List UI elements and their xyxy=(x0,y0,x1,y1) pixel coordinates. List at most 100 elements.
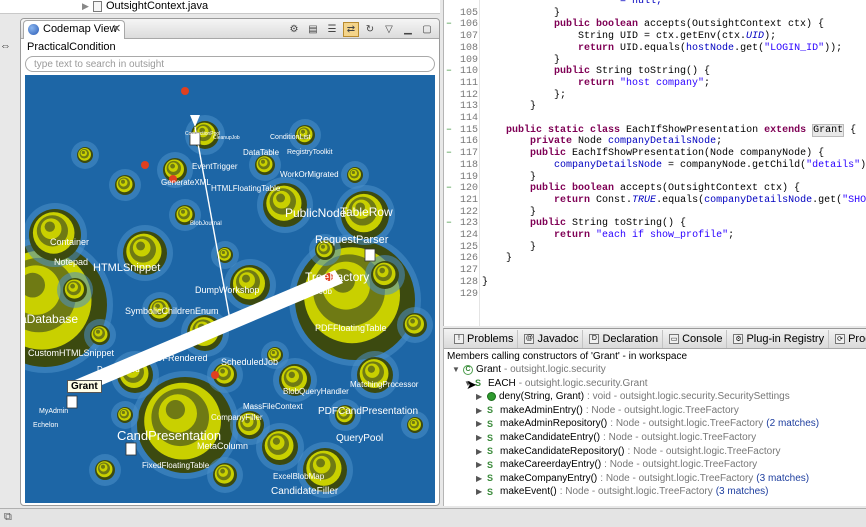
tab-plug-in-registry[interactable]: ⚙ Plug-in Registry xyxy=(729,329,830,348)
label-querypool[interactable]: QueryPool xyxy=(336,433,383,444)
view-menu-icon[interactable]: ▽ xyxy=(381,22,397,37)
location-marker-icon[interactable] xyxy=(211,371,219,379)
tab-declaration[interactable]: D Declaration xyxy=(585,329,664,348)
list-filter-icon[interactable]: ☰ xyxy=(324,22,340,37)
label-echelon[interactable]: Echelon xyxy=(33,422,58,429)
tab-codemap-view[interactable]: Codemap View ✕ xyxy=(23,20,125,39)
code-line[interactable]: } xyxy=(482,8,560,19)
file-name[interactable]: OutsightContext.java xyxy=(106,0,208,12)
label-eventtrigger[interactable]: EventTrigger xyxy=(192,162,238,171)
label-workormigrated[interactable]: WorkOrMigrated xyxy=(280,170,339,179)
tree-row[interactable]: ▶ SmakeCareerdayEntry() : Node - outsight… xyxy=(476,458,757,471)
label-conditionlist[interactable]: ConditionList xyxy=(270,134,311,141)
tree-row[interactable]: ▶ SmakeAdminRepository() : Node - outsigh… xyxy=(476,417,819,430)
fold-toggle-icon[interactable]: − xyxy=(444,218,454,228)
label-symbolicchildrenenum[interactable]: SymbolicChildrenEnum xyxy=(125,306,219,316)
label-notepad[interactable]: Notepad xyxy=(54,257,88,267)
tree-row[interactable]: ▶ deny(String, Grant) : void - outsight.l… xyxy=(476,390,790,403)
refresh-icon[interactable]: ↻ xyxy=(362,22,378,37)
expand-arrow-icon[interactable]: ▶ xyxy=(476,419,484,428)
tree-row[interactable]: ▶ SmakeCandidateRepository() : Node - out… xyxy=(476,445,781,458)
code-line[interactable]: } xyxy=(482,207,536,218)
expand-arrow-icon[interactable]: ▶ xyxy=(476,487,484,496)
code-line[interactable]: public boolean accepts(OutsightContext c… xyxy=(482,183,800,194)
code-line[interactable]: public String toString() { xyxy=(482,218,686,229)
code-line[interactable]: return "each if show_profile"; xyxy=(482,230,734,241)
label-customhtmlsnippet[interactable]: CustomHTMLSnippet xyxy=(28,348,115,358)
tab-console[interactable]: ▭ Console xyxy=(665,329,728,348)
tree-row[interactable]: ▶ SmakeAdminEntry() : Node - outsight.log… xyxy=(476,404,739,417)
resize-arrow-icon[interactable]: ⇔ xyxy=(0,40,11,52)
expand-arrow-icon[interactable]: ▶ xyxy=(82,1,89,12)
document-icon[interactable] xyxy=(66,395,78,409)
code-line[interactable]: } xyxy=(482,101,536,112)
code-line[interactable]: } xyxy=(482,242,536,253)
label-datatable[interactable]: DataTable xyxy=(243,148,280,157)
label-registrytoolkit[interactable]: RegistryToolkit xyxy=(287,149,333,156)
label-metacolumn[interactable]: MetaColumn xyxy=(197,441,248,451)
code-line[interactable]: private Node companyDetailsNode; xyxy=(482,136,722,147)
label-excelblobmap[interactable]: ExcelBlobMap xyxy=(273,472,325,481)
fold-toggle-icon[interactable]: − xyxy=(444,148,454,158)
code-line[interactable]: String UID = ctx.getEnv(ctx.UID); xyxy=(482,31,776,42)
tab-progress[interactable]: ⟳Progress xyxy=(831,330,866,348)
tree-row[interactable]: ▶ SmakeEvent() : Node - outsight.logic.Tr… xyxy=(476,485,769,498)
tree-row[interactable]: ▼ C Grant - outsight.logic.security xyxy=(452,363,606,376)
tree-row[interactable]: ▶ SmakeCandidateEntry() : Node - outsight… xyxy=(476,431,756,444)
expand-arrow-icon[interactable]: ▶ xyxy=(476,406,484,415)
expand-arrow-icon[interactable]: ▶ xyxy=(476,460,484,469)
expand-arrow-icon[interactable]: ▶ xyxy=(476,433,484,442)
code-line[interactable]: } xyxy=(482,172,536,183)
tab-problems[interactable]: ! Problems xyxy=(450,329,519,348)
fold-toggle-icon[interactable]: − xyxy=(444,183,454,193)
fold-toggle-icon[interactable]: − xyxy=(444,125,454,135)
label-fixedfloatingtable[interactable]: FixedFloatingTable xyxy=(142,461,210,470)
label-datarecord[interactable]: DataRecord xyxy=(97,365,140,374)
expand-arrow-icon[interactable]: ▶ xyxy=(476,392,484,401)
tab-javadoc[interactable]: @ Javadoc xyxy=(520,329,584,348)
codemap-canvas[interactable]: ConnectionPool CleanupJob ConditionList Dat… xyxy=(25,75,435,503)
label-htmlfloatingtable[interactable]: HTMLFloatingTable xyxy=(211,184,281,193)
link-editor-icon[interactable]: ⇄ xyxy=(343,21,359,37)
collapse-arrow-icon[interactable]: ▼ xyxy=(452,365,460,374)
label-container[interactable]: Container xyxy=(50,237,89,247)
label-adatabase[interactable]: aDatabase xyxy=(25,312,78,326)
minimize-icon[interactable]: ▁ xyxy=(400,22,416,37)
code-line[interactable]: public String toString() { xyxy=(482,66,710,77)
code-line[interactable]: } xyxy=(482,253,512,264)
label-pdfrendered[interactable]: PDFRendered xyxy=(150,353,208,363)
code-line[interactable]: public static class EachIfShowPresentati… xyxy=(482,123,856,137)
code-editor[interactable]: 105 106−107 108 109 110−111 112 113 114 115−116 1… xyxy=(443,0,866,326)
label-matchingprocessor[interactable]: MatchingProcessor xyxy=(350,380,419,389)
maximize-icon[interactable]: ▢ xyxy=(419,22,435,37)
code-line[interactable]: return UID.equals(hostNode.get("LOGIN_ID… xyxy=(482,43,842,54)
fold-toggle-icon[interactable]: − xyxy=(444,19,454,29)
document-icon[interactable] xyxy=(364,248,376,262)
label-tablerow[interactable]: TableRow xyxy=(340,205,393,219)
document-icon[interactable] xyxy=(125,442,137,456)
label-blobjournal[interactable]: BlobJournal xyxy=(190,221,222,227)
location-marker-icon[interactable] xyxy=(181,87,189,95)
label-myadmin[interactable]: MyAdmin xyxy=(39,408,68,415)
close-icon[interactable]: ✕ xyxy=(112,22,121,35)
tree-row[interactable]: ▼ S EACH - outsight.logic.security.Grant xyxy=(464,377,648,390)
label-dumpworkshop[interactable]: DumpWorkshop xyxy=(195,285,259,295)
settings-gear-icon[interactable]: ⚙ xyxy=(286,22,302,37)
layers-icon[interactable]: ▤ xyxy=(305,22,321,37)
label-treefactory[interactable]: TreeFactory xyxy=(305,270,369,284)
tree-row[interactable]: ▶ SmakeCompanyEntry() : Node - outsight.l… xyxy=(476,472,809,485)
label-publicnode[interactable]: PublicNode xyxy=(285,206,347,220)
fold-toggle-icon[interactable]: − xyxy=(444,66,454,76)
code-line[interactable]: } xyxy=(482,277,488,288)
code-line[interactable]: return "host company"; xyxy=(482,78,710,89)
label-candidatefiller[interactable]: CandidateFiller xyxy=(271,486,339,497)
label-requestparser[interactable]: RequestParser xyxy=(315,234,389,246)
label-cleanupjob[interactable]: CleanupJob xyxy=(213,135,240,141)
label-companyfiller[interactable]: CompanyFiller xyxy=(211,413,263,422)
code-line[interactable]: return Const.TRUE.equals(companyDetailsN… xyxy=(482,195,866,206)
label-generatexml[interactable]: GenerateXML xyxy=(161,178,211,187)
code-line[interactable]: companyDetailsNode = companyNode.getChil… xyxy=(482,160,866,171)
code-line[interactable]: public EachIfShowPresentation(Node compa… xyxy=(482,148,824,159)
label-lockerjob[interactable]: LockerJob xyxy=(295,287,332,296)
fast-view-icon[interactable]: ⧉ xyxy=(4,511,12,524)
